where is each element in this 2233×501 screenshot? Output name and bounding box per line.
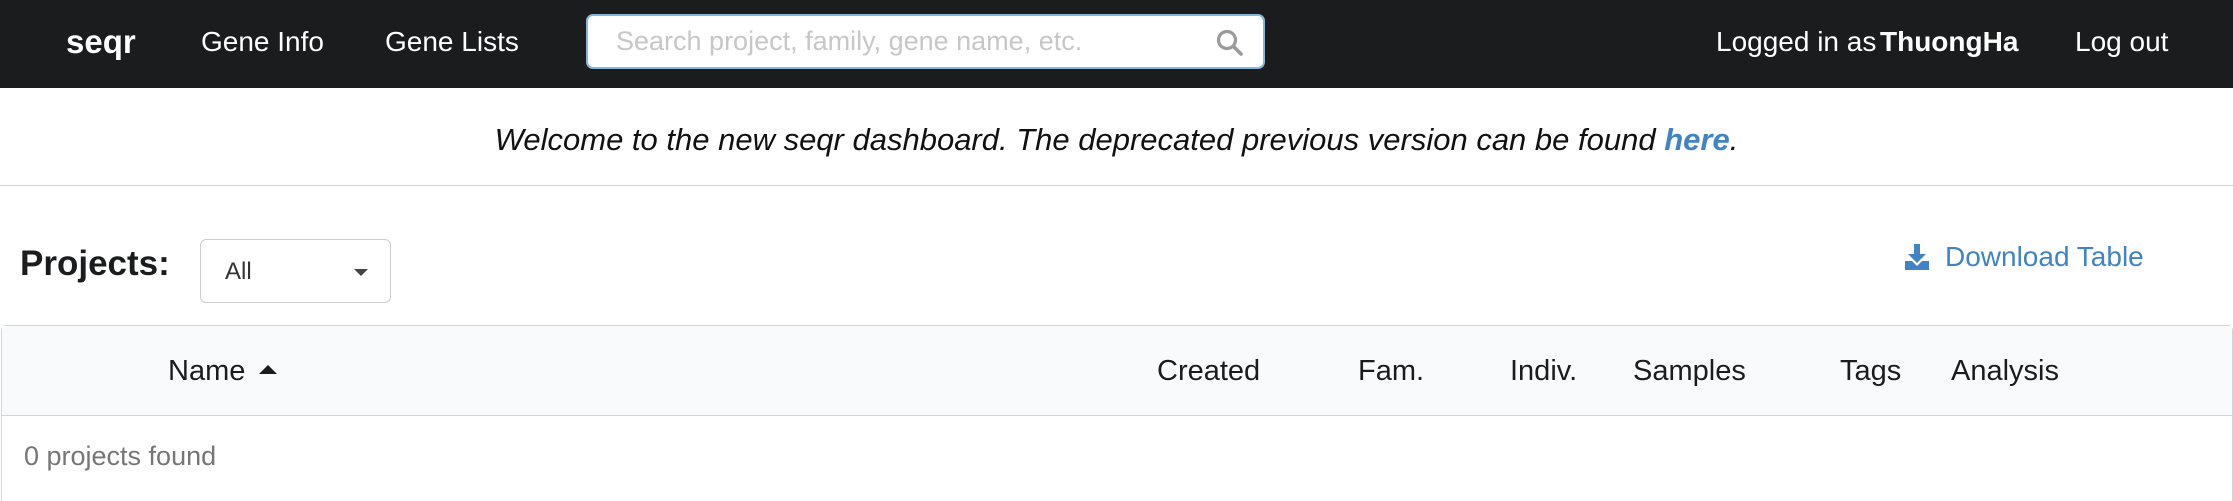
welcome-banner: Welcome to the new seqr dashboard. The d… xyxy=(0,88,2233,186)
nav-gene-info[interactable]: Gene Info xyxy=(201,0,324,88)
download-icon xyxy=(1905,244,1929,270)
table-header: Name Created Fam. Indiv. Samples Tags An… xyxy=(2,326,2232,416)
sort-ascending-icon xyxy=(259,364,278,374)
column-header-created[interactable]: Created xyxy=(1157,326,1260,416)
dropdown-value: All xyxy=(225,258,252,285)
empty-table-message: 0 projects found xyxy=(24,441,217,471)
project-filter-dropdown[interactable]: All xyxy=(200,239,391,303)
nav-gene-lists[interactable]: Gene Lists xyxy=(385,0,519,88)
search-box xyxy=(586,14,1265,69)
top-navbar: seqr Gene Info Gene Lists Logged in as T… xyxy=(0,0,2233,88)
column-header-families[interactable]: Fam. xyxy=(1358,326,1424,416)
download-label: Download Table xyxy=(1945,241,2144,272)
projects-table: Name Created Fam. Indiv. Samples Tags An… xyxy=(1,325,2233,501)
column-header-label: Name xyxy=(168,355,246,387)
column-header-name[interactable]: Name xyxy=(168,326,278,416)
brand-logo[interactable]: seqr xyxy=(66,0,136,88)
username: ThuongHa xyxy=(1880,26,2019,57)
logout-link[interactable]: Log out xyxy=(2075,0,2168,88)
previous-version-link[interactable]: here xyxy=(1664,122,1729,157)
column-header-analysis[interactable]: Analysis xyxy=(1951,326,2059,416)
projects-heading: Projects: xyxy=(20,244,170,283)
search-icon[interactable] xyxy=(1215,28,1245,58)
dropdown-caret-icon xyxy=(354,269,368,276)
logged-in-label: Logged in as xyxy=(1716,26,1877,57)
banner-text: Welcome to the new seqr dashboard. The d… xyxy=(494,122,1665,157)
column-header-individuals[interactable]: Indiv. xyxy=(1510,326,1577,416)
column-header-samples[interactable]: Samples xyxy=(1633,326,1746,416)
column-header-tags[interactable]: Tags xyxy=(1840,326,1901,416)
banner-suffix: . xyxy=(1729,122,1739,157)
search-input[interactable] xyxy=(588,16,1188,67)
